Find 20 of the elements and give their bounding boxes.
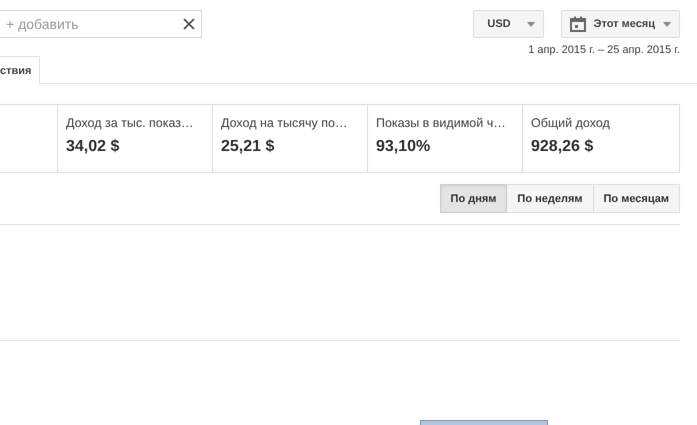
metric-value: 34,02 $ [66, 138, 120, 156]
granularity-button[interactable]: По месяцам [594, 184, 680, 213]
metric-title: Доход на тысячу по… [221, 116, 348, 130]
currency-dropdown[interactable]: USD [472, 10, 544, 38]
metric-title: Доход за тыс. показ… [66, 116, 195, 130]
period-dropdown[interactable]: Этот месяц [560, 10, 680, 38]
metric-title: Показы в видимой ч… [376, 116, 507, 130]
caret-icon [663, 22, 671, 26]
date-range: 1 апр. 2015 г. – 25 апр. 2015 г. [528, 44, 680, 56]
metric-title: Общий доход [531, 116, 611, 130]
close-icon[interactable] [183, 18, 195, 30]
calendar-icon [570, 16, 586, 32]
tab[interactable]: ствия [0, 56, 40, 84]
granularity-button[interactable]: По дням [440, 184, 508, 213]
metric-value: 25,21 $ [221, 138, 276, 156]
caret-icon [526, 22, 535, 26]
filter-field[interactable]: + добавить [0, 10, 202, 38]
metric-value: 93,10% [376, 138, 432, 156]
granularity-button[interactable]: По неделям [507, 184, 594, 213]
metric-value: 928,26 $ [531, 138, 594, 156]
